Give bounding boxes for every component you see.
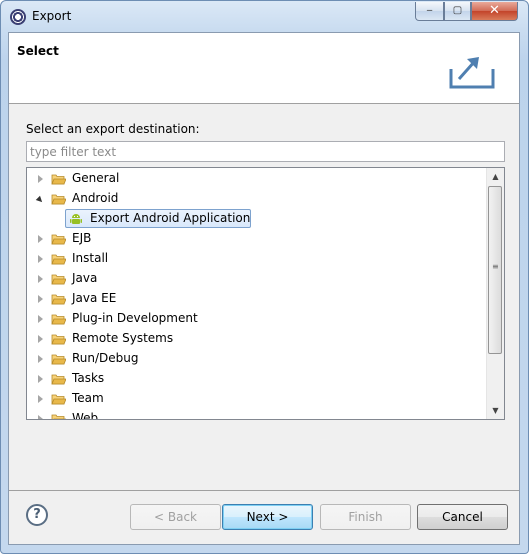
tree-item[interactable]: Plug-in Development [27, 309, 485, 329]
dialog-body: Select Select an export destination: Gen… [8, 32, 520, 545]
tree-item[interactable]: Install [27, 249, 485, 269]
scroll-down-arrow-icon[interactable]: ▼ [487, 402, 504, 419]
tree-item-label: Plug-in Development [72, 311, 198, 325]
folder-icon [51, 393, 66, 405]
tree-item-label: Run/Debug [72, 351, 139, 365]
scroll-thumb[interactable]: ≡ [488, 186, 502, 354]
tree-item-label: EJB [72, 231, 92, 245]
next-button[interactable]: Next > [222, 504, 313, 530]
tree-item[interactable]: Run/Debug [27, 349, 485, 369]
folder-icon [51, 333, 66, 345]
collapsed-arrow-icon[interactable] [38, 415, 43, 419]
folder-icon [51, 313, 66, 325]
tree-item-label: Java EE [72, 291, 117, 305]
collapsed-arrow-icon[interactable] [38, 235, 43, 243]
help-icon[interactable]: ? [26, 504, 48, 526]
tree-item[interactable]: Java [27, 269, 485, 289]
export-banner-icon [449, 57, 495, 89]
collapsed-arrow-icon[interactable] [38, 315, 43, 323]
back-button[interactable]: < Back [130, 504, 221, 530]
tree-scrollbar[interactable]: ▲ ≡ ▼ [486, 168, 504, 419]
collapsed-arrow-icon[interactable] [38, 275, 43, 283]
wizard-header: Select [9, 33, 519, 104]
tree-item-label: Team [72, 391, 104, 405]
folder-icon [51, 373, 66, 385]
tree-item-label: Java [72, 271, 98, 285]
tree-item[interactable]: Android [27, 189, 485, 209]
folder-icon [51, 233, 66, 245]
collapsed-arrow-icon[interactable] [38, 295, 43, 303]
folder-icon [51, 193, 66, 205]
tree-item[interactable]: Tasks [27, 369, 485, 389]
expanded-arrow-icon[interactable] [35, 195, 45, 205]
export-window: Export ‒ ▢ ✕ Select Select an export des… [0, 0, 529, 554]
tree-item[interactable]: Remote Systems [27, 329, 485, 349]
tree-item-label: Android [72, 191, 119, 205]
destination-tree[interactable]: General Android Export Android Application… [26, 167, 505, 420]
tree-item[interactable]: General [27, 169, 485, 189]
tree-item-label: Web [72, 411, 99, 420]
tree-item-label: Install [72, 251, 109, 265]
button-bar-divider [9, 490, 519, 491]
eclipse-icon [10, 9, 26, 25]
tree-child-item[interactable]: Export Android Application [27, 209, 485, 229]
folder-icon [51, 353, 66, 365]
maximize-button[interactable]: ▢ [444, 2, 471, 21]
close-button[interactable]: ✕ [471, 2, 518, 21]
collapsed-arrow-icon[interactable] [38, 375, 43, 383]
cancel-button[interactable]: Cancel [417, 504, 508, 530]
folder-icon [51, 413, 66, 419]
finish-button[interactable]: Finish [320, 504, 411, 530]
scroll-up-arrow-icon[interactable]: ▲ [487, 168, 504, 185]
folder-icon [51, 293, 66, 305]
collapsed-arrow-icon[interactable] [38, 395, 43, 403]
folder-icon [51, 173, 66, 185]
destination-prompt: Select an export destination: [26, 122, 200, 136]
tree-item-label: Export Android Application [90, 211, 251, 225]
tree-item[interactable]: Team [27, 389, 485, 409]
android-icon [69, 212, 83, 226]
tree-item-label: Remote Systems [72, 331, 174, 345]
tree-item[interactable]: Java EE [27, 289, 485, 309]
folder-icon [51, 253, 66, 265]
collapsed-arrow-icon[interactable] [38, 255, 43, 263]
tree-item-label: Tasks [72, 371, 105, 385]
collapsed-arrow-icon[interactable] [38, 175, 43, 183]
filter-input[interactable] [26, 141, 505, 162]
tree-item[interactable]: Web [27, 409, 485, 420]
window-title: Export [32, 9, 72, 23]
tree-item[interactable]: EJB [27, 229, 485, 249]
page-title: Select [17, 44, 59, 58]
collapsed-arrow-icon[interactable] [38, 355, 43, 363]
title-bar[interactable]: Export ‒ ▢ ✕ [1, 1, 528, 33]
grip-icon: ≡ [492, 262, 499, 271]
minimize-button[interactable]: ‒ [415, 2, 444, 21]
folder-icon [51, 273, 66, 285]
tree-item-label: General [72, 171, 120, 185]
collapsed-arrow-icon[interactable] [38, 335, 43, 343]
